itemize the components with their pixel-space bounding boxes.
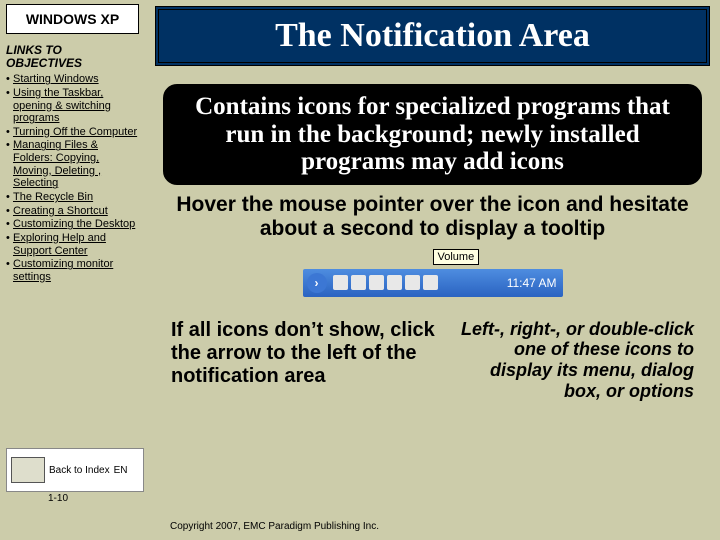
sidebar-link[interactable]: Exploring Help and Support Center: [13, 232, 106, 257]
lang-indicator: EN: [114, 465, 128, 476]
sidebar-link[interactable]: Creating a Shortcut: [13, 205, 108, 217]
tray-expand-arrow-icon[interactable]: ›: [307, 273, 327, 293]
tray-icon[interactable]: [405, 275, 420, 290]
sidebar-link[interactable]: Managing Files & Folders: Copying, Movin…: [13, 139, 101, 189]
sidebar-link[interactable]: Using the Taskbar, opening & switching p…: [13, 87, 111, 124]
tray-clock[interactable]: 11:47 AM: [507, 276, 557, 290]
tray-icon[interactable]: [333, 275, 348, 290]
tray-icon[interactable]: [369, 275, 384, 290]
taskbar-tray: › 11:47 AM: [303, 269, 563, 297]
tray-icon[interactable]: [387, 275, 402, 290]
sidebar-link[interactable]: The Recycle Bin: [13, 191, 93, 203]
tray-icon[interactable]: [351, 275, 366, 290]
links-heading: LINKS TO OBJECTIVES: [6, 44, 139, 69]
sidebar-link[interactable]: Customizing monitor settings: [13, 258, 113, 283]
slide-number: 1-10: [48, 493, 68, 504]
back-to-index-link[interactable]: Back to Index: [49, 465, 110, 476]
sidebar-link[interactable]: Customizing the Desktop: [13, 218, 135, 230]
sidebar-link[interactable]: Starting Windows: [13, 73, 99, 85]
copyright: Copyright 2007, EMC Paradigm Publishing …: [170, 521, 379, 532]
tooltip-sample: Volume: [433, 249, 480, 265]
sidebar-link[interactable]: Turning Off the Computer: [13, 126, 137, 138]
os-label: WINDOWS XP: [6, 4, 139, 34]
notification-area-sample: Volume › 11:47 AM: [303, 251, 563, 307]
page-title: The Notification Area: [155, 6, 710, 66]
hover-instruction: Hover the mouse pointer over the icon an…: [173, 193, 692, 241]
arrow-instruction: If all icons don’t show, click the arrow…: [171, 319, 436, 402]
tray-icons-group: [333, 275, 438, 290]
lead-callout: Contains icons for specialized programs …: [163, 84, 702, 185]
objectives-list: Starting Windows Using the Taskbar, open…: [6, 73, 139, 283]
tray-icon[interactable]: [423, 275, 438, 290]
slide-thumb[interactable]: [11, 457, 45, 483]
footer-nav: Back to Index EN: [6, 448, 144, 492]
click-instruction: Left-, right-, or double-click one of th…: [454, 319, 694, 402]
